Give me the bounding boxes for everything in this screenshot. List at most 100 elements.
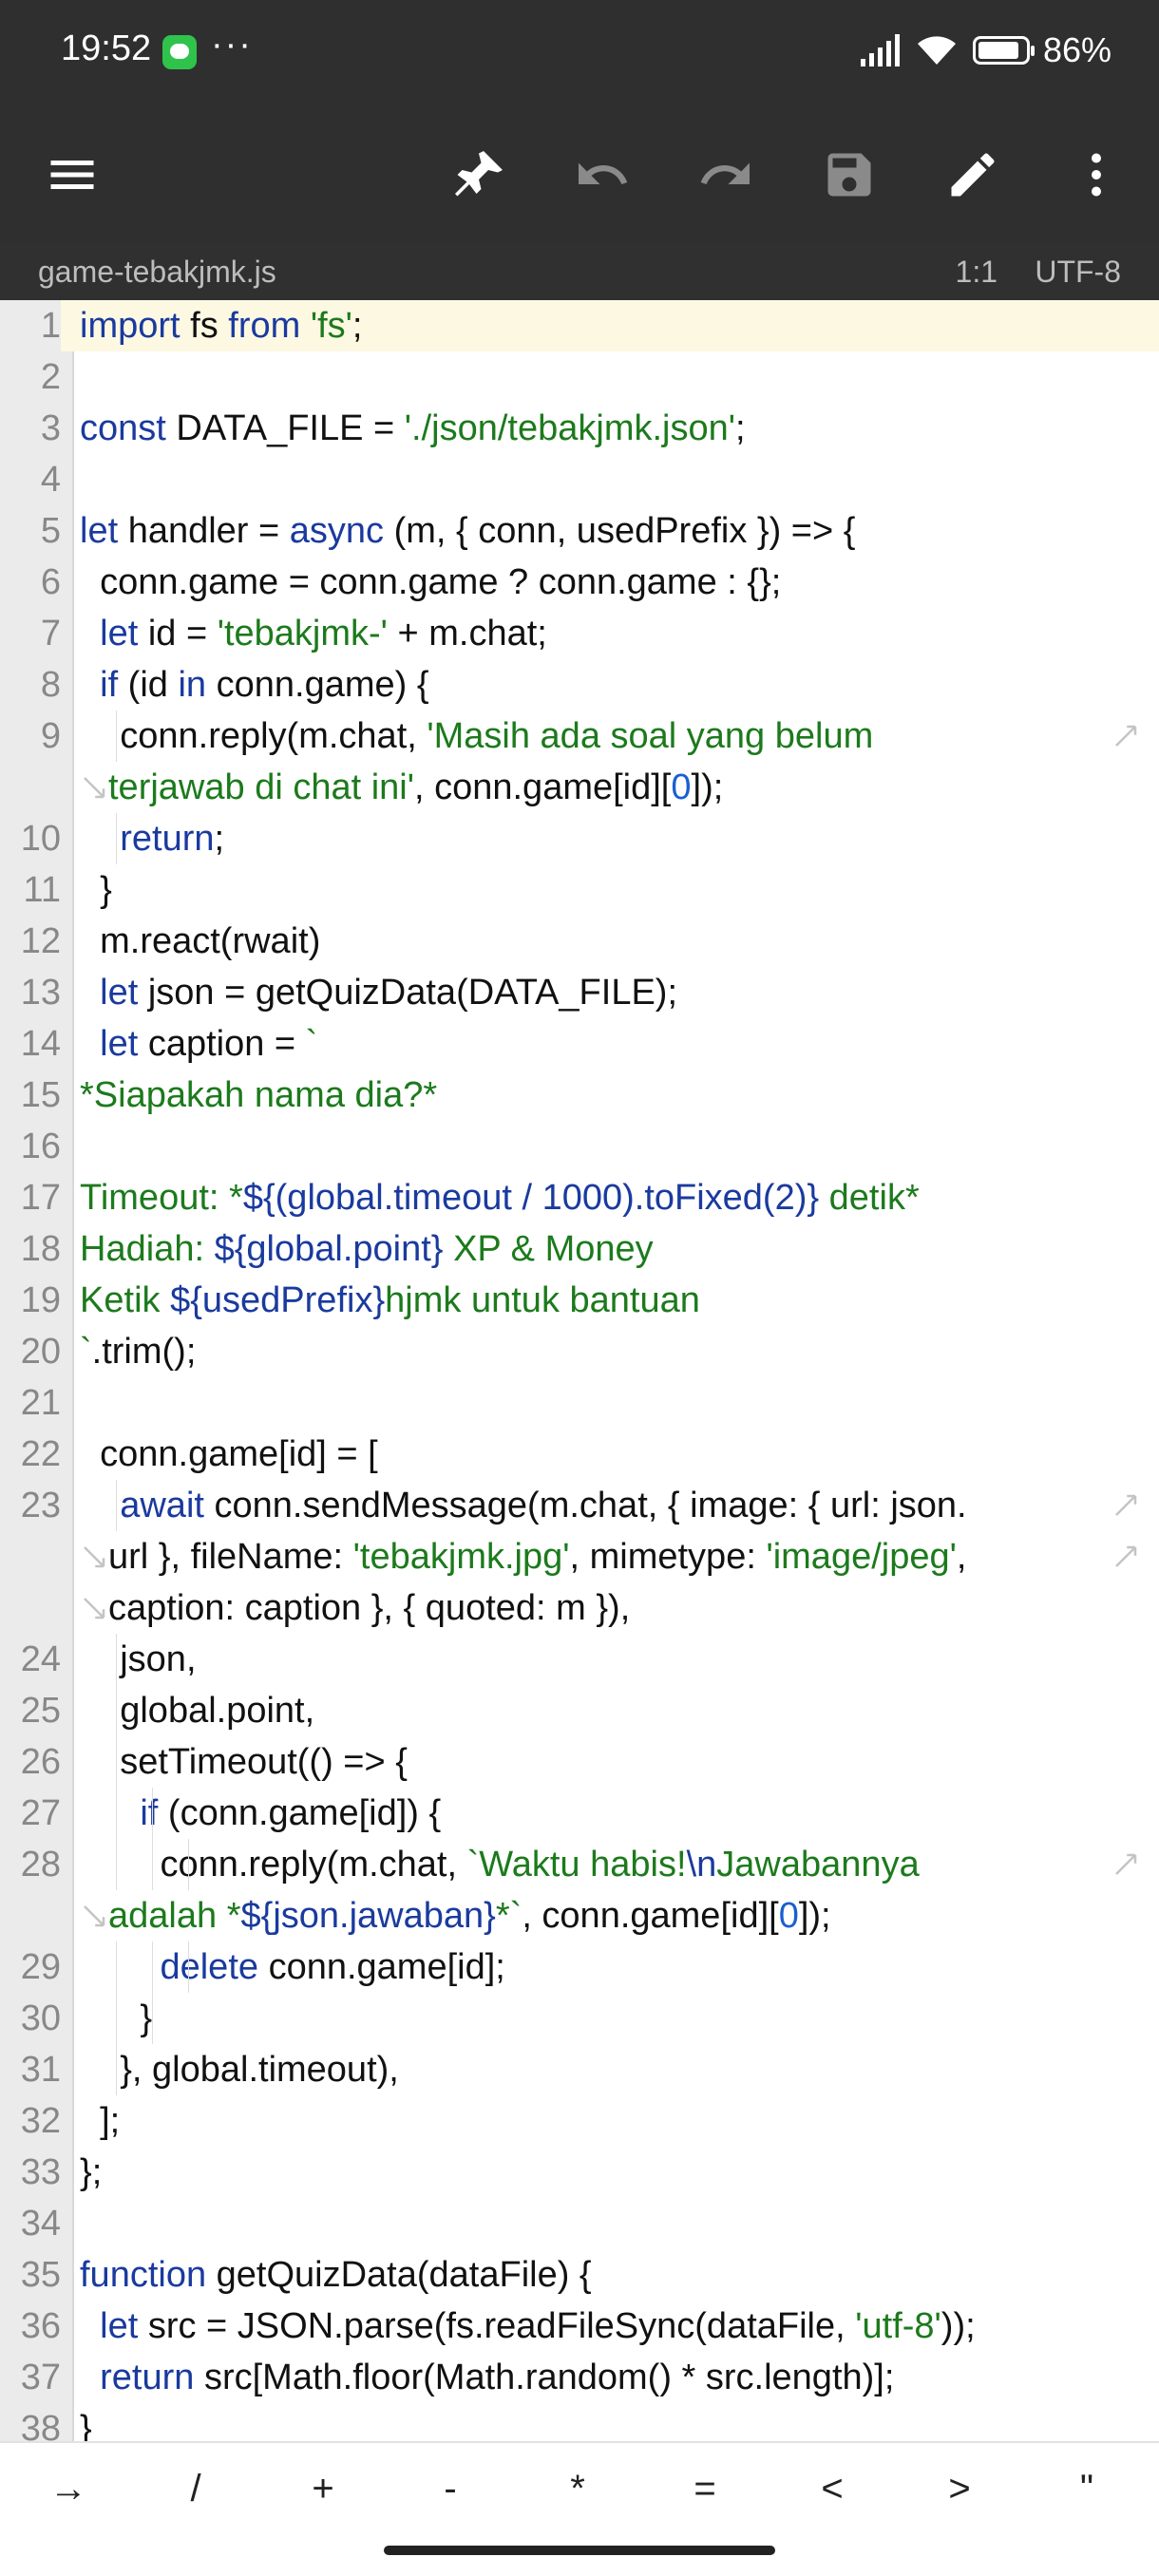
line-number: 27	[20, 1793, 61, 1833]
code-line[interactable]: 37 return src[Math.floor(Math.random() *…	[0, 2352, 1159, 2403]
symbol-key[interactable]: *	[532, 2460, 623, 2517]
gesture-navigation-bar[interactable]	[384, 2546, 775, 2555]
undo-icon[interactable]	[568, 141, 636, 209]
code-line[interactable]: caption: caption }, { quoted: m }),	[0, 1582, 1159, 1634]
code-line[interactable]: url }, fileName: 'tebakjmk.jpg', mimetyp…	[0, 1531, 1159, 1582]
code-line[interactable]: 28 conn.reply(m.chat, `Waktu habis!\nJaw…	[0, 1839, 1159, 1890]
line-number: 28	[20, 1845, 61, 1885]
symbol-key[interactable]: +	[277, 2460, 369, 2517]
code-line[interactable]: 32 ];	[0, 2095, 1159, 2147]
code-line[interactable]: 38}	[0, 2403, 1159, 2441]
symbol-key[interactable]: →	[23, 2460, 114, 2517]
symbol-key[interactable]: =	[659, 2460, 750, 2517]
line-wrap-icon	[1115, 1494, 1137, 1516]
line-number: 11	[23, 870, 61, 910]
code-line[interactable]: 24 json,	[0, 1634, 1159, 1685]
code-line[interactable]: 21	[0, 1377, 1159, 1429]
code-text: conn.game[id] = [	[80, 1434, 378, 1474]
symbol-key[interactable]: <	[787, 2460, 878, 2517]
indent-guide	[188, 1941, 189, 1993]
code-text: Ketik ${usedPrefix}hjmk untuk bantuan	[80, 1280, 700, 1320]
code-text: await conn.sendMessage(m.chat, { image: …	[120, 1486, 967, 1525]
status-time: 19:52	[61, 28, 152, 68]
code-line[interactable]: 25 global.point,	[0, 1685, 1159, 1736]
code-line[interactable]: 12 m.react(rwait)	[0, 916, 1159, 967]
file-encoding[interactable]: UTF-8	[1035, 255, 1121, 290]
redo-icon[interactable]	[692, 141, 760, 209]
code-line[interactable]: 16	[0, 1121, 1159, 1172]
code-text: let handler = async (m, { conn, usedPref…	[80, 511, 856, 551]
code-text: };	[80, 2152, 103, 2192]
line-number: 15	[20, 1075, 61, 1115]
code-line[interactable]: 17 Timeout: *${(global.timeout / 1000).to…	[0, 1172, 1159, 1223]
line-wrap-continue-icon	[84, 1905, 105, 1927]
code-line[interactable]: 23 await conn.sendMessage(m.chat, { imag…	[0, 1480, 1159, 1531]
code-line[interactable]: adalah *${json.jawaban}*`, conn.game[id]…	[0, 1890, 1159, 1941]
line-number: 9	[40, 716, 61, 756]
line-number: 4	[40, 460, 61, 500]
code-line[interactable]: 9 conn.reply(m.chat, 'Masih ada soal yan…	[0, 710, 1159, 762]
code-line[interactable]: 35 function getQuizData(dataFile) {	[0, 2249, 1159, 2301]
code-line[interactable]: 5 let handler = async (m, { conn, usedPre…	[0, 505, 1159, 557]
code-editor[interactable]: 1 import fs from 'fs'; 2 3 const DATA_FILE =…	[0, 300, 1159, 2441]
indent-guide	[152, 1993, 153, 2044]
code-line[interactable]: 3 const DATA_FILE = './json/tebakjmk.json…	[0, 403, 1159, 454]
code-line[interactable]: 33};	[0, 2147, 1159, 2198]
code-line[interactable]: 18 Hadiah: ${global.point} XP & Money	[0, 1223, 1159, 1275]
line-wrap-continue-icon	[84, 1598, 105, 1619]
code-line[interactable]: 13 let json = getQuizData(DATA_FILE);	[0, 967, 1159, 1018]
line-number: 13	[20, 973, 61, 1013]
symbol-key[interactable]: -	[405, 2460, 496, 2517]
line-number: 20	[20, 1332, 61, 1372]
code-line[interactable]: 20 `.trim();	[0, 1326, 1159, 1377]
code-text: return src[Math.floor(Math.random() * sr…	[100, 2358, 895, 2397]
code-line[interactable]: 1 import fs from 'fs';	[0, 300, 1159, 351]
menu-icon[interactable]	[38, 141, 106, 209]
code-line[interactable]: 2	[0, 351, 1159, 403]
code-text: function getQuizData(dataFile) {	[80, 2255, 592, 2295]
code-line[interactable]: 6 conn.game = conn.game ? conn.game : {}…	[0, 557, 1159, 608]
code-text: let caption = `	[100, 1024, 318, 1064]
code-line[interactable]: 19 Ketik ${usedPrefix}hjmk untuk bantuan	[0, 1275, 1159, 1326]
code-text: if (conn.game[id]) {	[140, 1793, 442, 1833]
edit-icon[interactable]	[939, 141, 1007, 209]
line-number: 7	[40, 614, 61, 653]
save-icon[interactable]	[815, 141, 884, 209]
line-number: 5	[40, 511, 61, 551]
code-line[interactable]: 34	[0, 2198, 1159, 2249]
cursor-position: 1:1	[955, 255, 998, 289]
code-line[interactable]: 14 let caption = `	[0, 1018, 1159, 1070]
line-number: 18	[20, 1229, 61, 1269]
line-wrap-continue-icon	[84, 777, 105, 799]
code-line[interactable]: 27 if (conn.game[id]) {	[0, 1788, 1159, 1839]
line-number: 25	[20, 1691, 61, 1731]
line-number: 34	[20, 2204, 61, 2244]
code-line[interactable]: 29 delete conn.game[id];	[0, 1941, 1159, 1993]
pin-icon[interactable]	[445, 141, 513, 209]
line-number: 6	[40, 562, 61, 602]
code-text: }	[80, 870, 112, 910]
code-line[interactable]: 26 setTimeout(() => {	[0, 1736, 1159, 1788]
symbol-key[interactable]: >	[914, 2460, 1005, 2517]
more-vert-icon[interactable]	[1062, 141, 1130, 209]
code-line[interactable]: 11 }	[0, 864, 1159, 916]
symbol-key[interactable]: /	[150, 2460, 241, 2517]
code-line[interactable]: 8 if (id in conn.game) {	[0, 659, 1159, 710]
line-number: 3	[40, 408, 61, 448]
indent-guide	[152, 1839, 153, 1890]
code-text: terjawab di chat ini', conn.game[id][0])…	[108, 767, 724, 807]
code-line[interactable]: 30 }	[0, 1993, 1159, 2044]
code-line[interactable]: 15 *Siapakah nama dia?*	[0, 1070, 1159, 1121]
code-line[interactable]: 7 let id = 'tebakjmk-' + m.chat;	[0, 608, 1159, 659]
code-text: Timeout: *${(global.timeout / 1000).toFi…	[80, 1178, 920, 1218]
code-text: *Siapakah nama dia?*	[80, 1075, 438, 1115]
code-line[interactable]: terjawab di chat ini', conn.game[id][0])…	[0, 762, 1159, 813]
code-line[interactable]: 10 return;	[0, 813, 1159, 864]
code-line[interactable]: 22 conn.game[id] = [	[0, 1429, 1159, 1480]
more-notifications-icon: ···	[211, 25, 253, 65]
code-line[interactable]: 4	[0, 454, 1159, 505]
code-line[interactable]: 36 let src = JSON.parse(fs.readFileSync(…	[0, 2301, 1159, 2352]
symbol-key[interactable]: "	[1041, 2460, 1132, 2517]
code-line[interactable]: 31 }, global.timeout),	[0, 2044, 1159, 2095]
symbol-bar: → / + - * = < > "	[0, 2441, 1159, 2534]
